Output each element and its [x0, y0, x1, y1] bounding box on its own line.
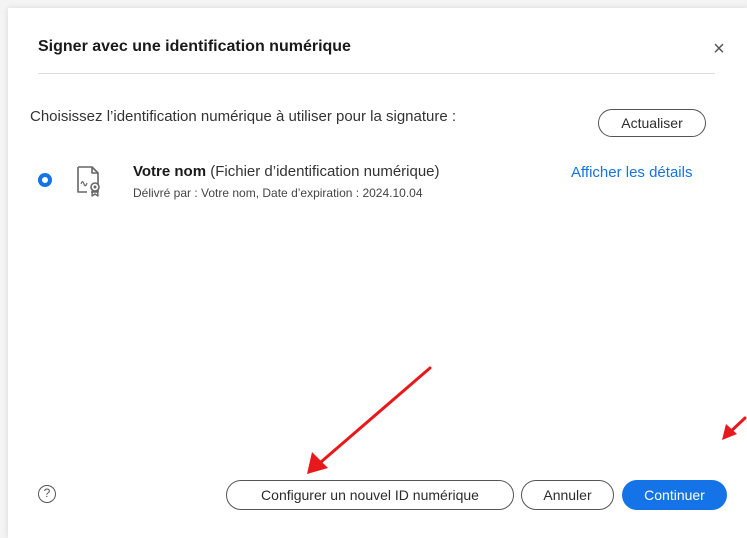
identity-details: Délivré par : Votre nom, Date d’expirati… [133, 186, 423, 200]
sign-dialog: Signer avec une identification numérique… [8, 8, 747, 538]
cancel-button[interactable]: Annuler [521, 480, 614, 510]
help-icon[interactable]: ? [38, 485, 56, 503]
identity-title: Votre nom (Fichier d’identification numé… [133, 163, 440, 180]
close-button[interactable]: × [708, 38, 730, 60]
title-divider [38, 73, 715, 74]
screen: Signer avec une identification numérique… [0, 0, 747, 538]
instruction-text: Choisissez l’identification numérique à … [30, 108, 457, 125]
refresh-button[interactable]: Actualiser [598, 109, 706, 137]
configure-new-id-button[interactable]: Configurer un nouvel ID numérique [226, 480, 514, 510]
identity-radio[interactable] [38, 173, 52, 187]
continue-button[interactable]: Continuer [622, 480, 727, 510]
show-details-link[interactable]: Afficher les détails [571, 164, 692, 181]
identity-name: Votre nom [133, 163, 207, 180]
certificate-icon [77, 166, 100, 197]
identity-type: (Fichier d’identification numérique) [210, 163, 440, 180]
dialog-title: Signer avec une identification numérique [38, 38, 351, 55]
